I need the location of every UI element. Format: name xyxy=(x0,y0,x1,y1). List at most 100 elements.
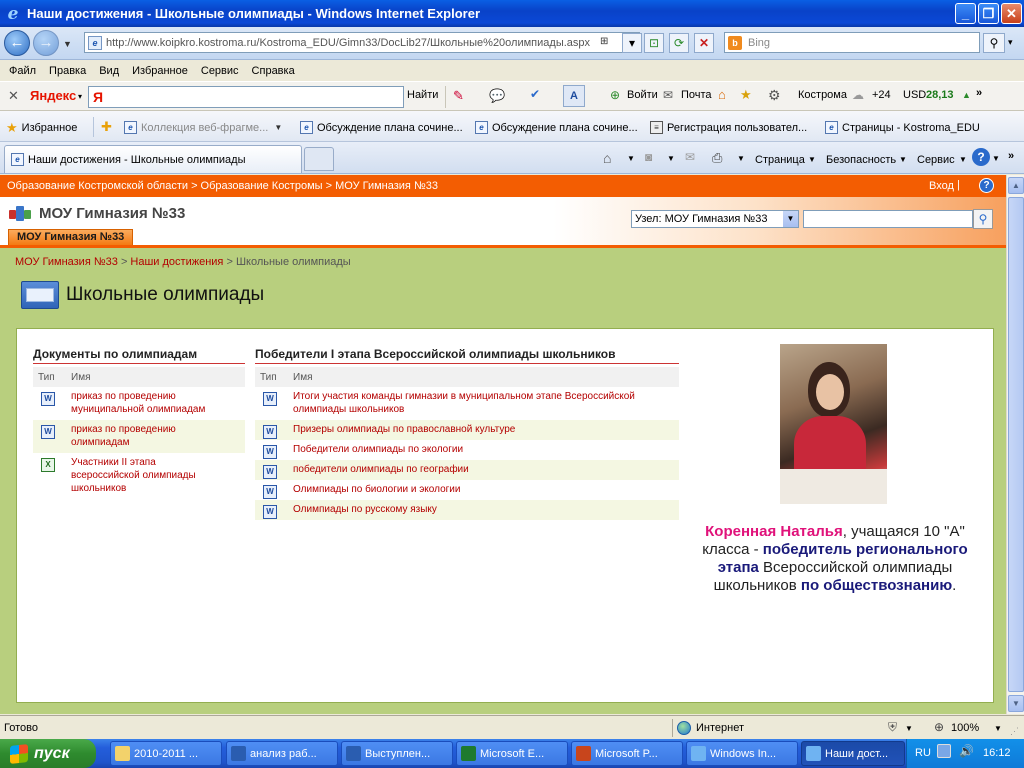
highlight-icon[interactable]: ✎ xyxy=(453,88,464,104)
address-bar[interactable]: e http://www.koipkro.kostroma.ru/Kostrom… xyxy=(84,32,640,53)
docs-list-title[interactable]: Документы по олимпиадам xyxy=(33,347,245,364)
clock[interactable]: 16:12 xyxy=(983,747,1011,759)
usd-label[interactable]: USD xyxy=(903,89,926,101)
taskbar-item[interactable]: анализ раб... xyxy=(226,741,338,766)
scroll-down-arrow-icon[interactable]: ▼ xyxy=(1008,695,1024,712)
vertical-scrollbar[interactable]: ▲ ▼ xyxy=(1006,175,1024,714)
list-item[interactable]: W Итоги участия команды гимназии в муниц… xyxy=(255,387,679,420)
list-item-name[interactable]: Итоги участия команды гимназии в муницип… xyxy=(293,390,673,416)
menu-help[interactable]: Справка xyxy=(252,65,295,77)
weather-city[interactable]: Кострома xyxy=(798,89,847,101)
gear-icon[interactable]: ⚙ xyxy=(768,87,781,104)
list-item-name[interactable]: Участники II этапа всероссийской олимпиа… xyxy=(71,456,211,495)
winners-list-title[interactable]: Победители I этапа Всероссийской олимпиа… xyxy=(255,347,679,364)
command-page[interactable]: Страница xyxy=(755,154,805,166)
col-name-header[interactable]: Имя xyxy=(71,372,90,383)
history-dropdown-icon[interactable]: ▼ xyxy=(63,39,72,49)
yandex-login-link[interactable]: Войти xyxy=(627,89,658,101)
site-tab-home[interactable]: МОУ Гимназия №33 xyxy=(8,229,134,245)
market-icon[interactable]: ⌂ xyxy=(718,87,726,102)
start-button[interactable]: пуск xyxy=(0,739,96,768)
fav-item-1[interactable]: e Обсуждение плана сочине... xyxy=(300,121,463,134)
chevron-down-icon[interactable]: ▼ xyxy=(737,154,745,163)
search-options-icon[interactable]: ▾ xyxy=(1008,37,1013,48)
maximize-button[interactable]: ❐ xyxy=(978,3,999,24)
taskbar-item[interactable]: Windows In... xyxy=(686,741,798,766)
resize-grip-icon[interactable]: ⋰ xyxy=(1010,726,1019,737)
fav-item-3[interactable]: ≡ Регистрация пользовател... xyxy=(650,121,807,134)
fav-item-2[interactable]: e Обсуждение плана сочине... xyxy=(475,121,638,134)
menu-edit[interactable]: Правка xyxy=(49,65,86,77)
chevron-down-icon[interactable]: ▼ xyxy=(905,724,913,733)
help-icon[interactable]: ? xyxy=(972,148,990,166)
yandex-search-input[interactable]: Я xyxy=(88,86,404,108)
stop-button[interactable]: ✕ xyxy=(694,33,714,53)
volume-icon[interactable]: 🔊 xyxy=(959,744,974,758)
compat-view-icon[interactable]: ⊞ xyxy=(600,36,608,47)
taskbar-item[interactable]: Microsoft P... xyxy=(571,741,683,766)
refresh-button[interactable]: ⟳ xyxy=(669,33,689,53)
fav-item-0[interactable]: e Коллекция веб-фрагме... ▼ xyxy=(124,121,282,134)
breadcrumb-link[interactable]: МОУ Гимназия №33 xyxy=(15,256,118,268)
yandex-menu-icon[interactable]: ▾ xyxy=(78,92,82,101)
new-tab-button[interactable] xyxy=(304,147,334,171)
list-item[interactable]: W Призеры олимпиады по православной куль… xyxy=(255,420,679,440)
translate-icon[interactable]: A xyxy=(563,85,585,107)
top-breadcrumb-link[interactable]: МОУ Гимназия №33 xyxy=(335,180,438,192)
rss-compat-icon[interactable]: ⊡ xyxy=(644,33,664,53)
taskbar-item-active[interactable]: Наши дост... xyxy=(801,741,905,766)
chevron-down-icon[interactable]: ▼ xyxy=(627,154,635,163)
col-name-header[interactable]: Имя xyxy=(293,372,312,383)
list-item-name[interactable]: победители олимпиады по географии xyxy=(293,463,469,476)
taskbar-item[interactable]: Microsoft E... xyxy=(456,741,568,766)
list-item[interactable]: W Олимпиады по русскому языку xyxy=(255,500,679,520)
list-item-name[interactable]: приказ по проведению муниципальной олимп… xyxy=(71,390,221,416)
list-item[interactable]: W победители олимпиады по географии xyxy=(255,460,679,480)
read-mail-icon[interactable]: ✉ xyxy=(685,150,695,164)
list-item-name[interactable]: Победители олимпиады по экологии xyxy=(293,443,463,456)
help-icon[interactable]: ? xyxy=(979,178,994,193)
list-item[interactable]: W Победители олимпиады по экологии xyxy=(255,440,679,460)
list-item-name[interactable]: приказ по проведению олимпиадам xyxy=(71,423,221,449)
spellcheck-icon[interactable]: ✔ xyxy=(530,87,540,101)
login-link[interactable]: Вход xyxy=(929,180,954,192)
taskbar-item[interactable]: 2010-2011 ... xyxy=(110,741,222,766)
search-button[interactable]: ⚲ xyxy=(983,33,1005,53)
yandex-logo[interactable]: Яндекс xyxy=(30,88,76,103)
site-title[interactable]: МОУ Гимназия №33 xyxy=(39,205,185,222)
search-input[interactable]: b Bing xyxy=(724,32,980,53)
scroll-up-arrow-icon[interactable]: ▲ xyxy=(1008,177,1024,194)
comment-icon[interactable]: 💬 xyxy=(489,88,505,104)
list-item[interactable]: X Участники II этапа всероссийской олимп… xyxy=(33,453,245,495)
tray-app-icon[interactable] xyxy=(937,744,951,758)
address-dropdown-button[interactable]: ▾ xyxy=(622,33,642,53)
favorites-button[interactable]: ★ Избранное xyxy=(6,120,77,136)
menu-favorites[interactable]: Избранное xyxy=(132,65,188,77)
chevron-down-icon[interactable]: ▼ xyxy=(667,154,675,163)
taskbar-item[interactable]: Выступлен... xyxy=(341,741,453,766)
close-toolbar-icon[interactable]: ✕ xyxy=(8,88,19,104)
list-item[interactable]: W приказ по проведению муниципальной оли… xyxy=(33,387,245,420)
back-button[interactable]: ← xyxy=(4,30,30,56)
status-zoom[interactable]: 100% xyxy=(951,722,979,734)
site-node-select[interactable]: Узел: МОУ Гимназия №33 ▼ xyxy=(631,210,799,228)
minimize-button[interactable]: _ xyxy=(955,3,976,24)
list-item[interactable]: W приказ по проведению олимпиадам xyxy=(33,420,245,453)
yandex-mail-link[interactable]: Почта xyxy=(681,89,712,101)
close-button[interactable]: ✕ xyxy=(1001,3,1022,24)
top-breadcrumb-link[interactable]: Образование Костромской области xyxy=(7,180,188,192)
chevron-down-icon[interactable]: ▼ xyxy=(994,724,1002,733)
scroll-thumb[interactable] xyxy=(1008,197,1024,692)
col-type-header[interactable]: Тип xyxy=(255,372,293,383)
tab-active[interactable]: e Наши достижения - Школьные олимпиады xyxy=(4,145,302,173)
home-icon[interactable]: ⌂ xyxy=(603,150,611,166)
window-titlebar[interactable]: e Наши достижения - Школьные олимпиады -… xyxy=(0,0,1024,27)
forward-button[interactable]: → xyxy=(33,30,59,56)
list-item-name[interactable]: Олимпиады по русскому языку xyxy=(293,503,437,516)
language-indicator[interactable]: RU xyxy=(915,747,931,759)
menu-view[interactable]: Вид xyxy=(99,65,119,77)
fav-item-4[interactable]: e Страницы - Kostroma_EDU xyxy=(825,121,980,134)
list-item-name[interactable]: Олимпиады по биологии и экологии xyxy=(293,483,460,496)
star-plus-icon[interactable]: ★ xyxy=(740,87,752,103)
breadcrumb-link[interactable]: Наши достижения xyxy=(130,256,223,268)
